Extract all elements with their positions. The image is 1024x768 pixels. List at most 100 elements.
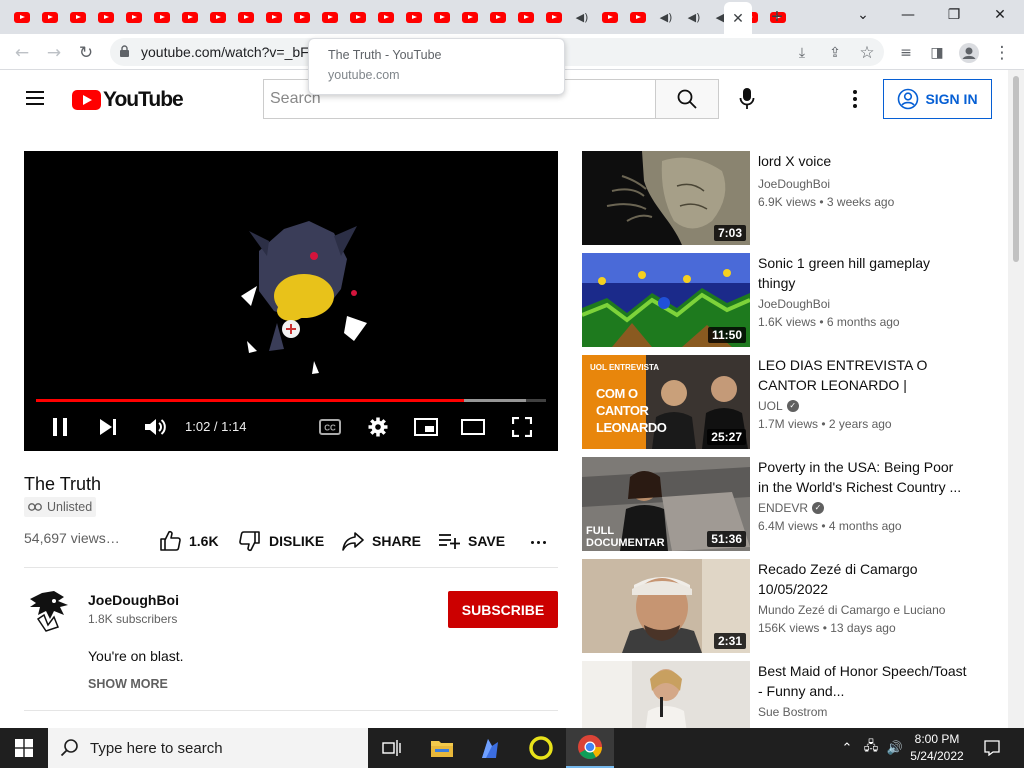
fullscreen-button[interactable] [510, 413, 534, 441]
browser-tab[interactable] [8, 4, 36, 30]
recommendation-item[interactable]: UOL ENTREVISTA COM O CANTOR LEONARDO 25:… [582, 355, 982, 449]
taskbar-clock[interactable]: 8:00 PM 5/24/2022 [902, 731, 972, 765]
page-scrollbar[interactable] [1008, 70, 1024, 728]
browser-tab[interactable] [344, 4, 372, 30]
file-explorer-button[interactable] [418, 728, 466, 768]
browser-tab[interactable] [148, 4, 176, 30]
like-button[interactable]: 1.6K [159, 528, 219, 554]
browser-tab[interactable] [92, 4, 120, 30]
bookmark-star-icon[interactable]: ☆ [854, 40, 880, 66]
share-button[interactable]: SHARE [342, 528, 421, 554]
app-ring-button[interactable] [517, 728, 565, 768]
browser-tab[interactable] [428, 4, 456, 30]
scrollbar-thumb[interactable] [1013, 76, 1019, 262]
browser-tab[interactable] [484, 4, 512, 30]
browser-tab[interactable] [400, 4, 428, 30]
profile-icon[interactable] [956, 40, 982, 66]
tab-active[interactable]: ✕ [724, 2, 752, 34]
install-icon[interactable]: ⤓ [789, 40, 815, 66]
browser-tab[interactable] [176, 4, 204, 30]
browser-tab[interactable] [36, 4, 64, 30]
restore-button[interactable]: ❐ [932, 0, 976, 30]
share-icon[interactable]: ⇪ [822, 40, 848, 66]
video-thumbnail[interactable] [582, 661, 750, 728]
theater-mode-button[interactable] [460, 413, 486, 441]
new-tab-button[interactable]: + [766, 4, 788, 30]
browser-tab[interactable] [260, 4, 288, 30]
browser-tab[interactable] [120, 4, 148, 30]
task-view-button[interactable] [368, 728, 416, 768]
taskbar-search-box[interactable]: Type here to search [48, 728, 368, 768]
sign-in-button[interactable]: SIGN IN [883, 79, 992, 119]
network-icon[interactable]: 🖧 [860, 728, 882, 768]
show-more-button[interactable]: SHOW MORE [88, 677, 168, 691]
video-player[interactable]: 1:02 / 1:14 CC [24, 151, 558, 451]
browser-tab[interactable] [372, 4, 400, 30]
video-thumbnail[interactable]: UOL ENTREVISTA COM O CANTOR LEONARDO 25:… [582, 355, 750, 449]
start-button[interactable] [0, 728, 48, 768]
volume-button[interactable] [143, 413, 167, 441]
browser-tab[interactable] [232, 4, 260, 30]
recommendation-item[interactable]: FULL DOCUMENTAR 51:36 Poverty in the USA… [582, 457, 982, 551]
browser-tab[interactable] [204, 4, 232, 30]
browser-tab[interactable] [596, 4, 624, 30]
more-actions-icon[interactable] [526, 532, 550, 552]
next-button[interactable] [96, 413, 120, 441]
miniplayer-button[interactable] [413, 413, 439, 441]
youtube-logo[interactable]: YouTube [72, 88, 184, 112]
recommendation-item[interactable]: 11:50 Sonic 1 green hill gameplay thingy… [582, 253, 982, 347]
chrome-menu-icon[interactable]: ⋮ [989, 40, 1015, 66]
recommendation-item[interactable]: 7:03 lord X voice JoeDoughBoi 6.9K views… [582, 151, 982, 245]
tab-search-button[interactable]: ⌄ [841, 0, 885, 30]
recommendation-title[interactable]: Sonic 1 green hill gameplay thingy [758, 253, 968, 293]
video-thumbnail[interactable]: 7:03 [582, 151, 750, 245]
show-hidden-icons-button[interactable]: ⌃ [838, 728, 856, 768]
progress-bar[interactable] [36, 399, 546, 402]
hamburger-menu-icon[interactable] [24, 88, 46, 110]
media-control-icon[interactable]: ≡ [893, 40, 919, 66]
recommendation-title[interactable]: Recado Zezé di Camargo 10/05/2022 [758, 559, 968, 599]
dislike-button[interactable]: DISLIKE [239, 528, 324, 554]
recommendation-item[interactable]: 2:31 Recado Zezé di Camargo 10/05/2022 M… [582, 559, 982, 653]
notifications-icon[interactable] [978, 728, 1006, 768]
browser-tab[interactable] [456, 4, 484, 30]
reload-button[interactable]: ↻ [73, 40, 99, 66]
view-count[interactable]: 54,697 views… [24, 530, 120, 546]
browser-tab[interactable]: ◀) [680, 4, 708, 30]
app-blue-shape-button[interactable] [466, 728, 514, 768]
browser-tab[interactable]: ◀) [568, 4, 596, 30]
settings-more-icon[interactable] [843, 86, 867, 112]
recommendation-title[interactable]: Poverty in the USA: Being Poor in the Wo… [758, 457, 968, 497]
captions-button[interactable]: CC [318, 413, 342, 441]
minimize-button[interactable]: — [886, 0, 930, 30]
forward-button[interactable]: → [41, 40, 67, 66]
browser-tab[interactable]: ◀) [652, 4, 680, 30]
back-button[interactable]: ← [9, 40, 35, 66]
subscribe-button[interactable]: SUBSCRIBE [448, 591, 558, 628]
recommendation-item[interactable]: Best Maid of Honor Speech/Toast - Funny … [582, 661, 982, 728]
chrome-taskbar-button[interactable] [566, 728, 614, 768]
recommendation-title[interactable]: lord X voice [758, 151, 968, 171]
recommendation-title[interactable]: LEO DIAS ENTREVISTA O CANTOR LEONARDO | … [758, 355, 968, 395]
voice-search-button[interactable] [731, 82, 763, 116]
channel-avatar[interactable] [24, 585, 72, 633]
save-button[interactable]: SAVE [438, 528, 505, 554]
close-window-button[interactable]: ✕ [978, 0, 1022, 30]
search-button[interactable] [655, 79, 719, 119]
side-panel-icon[interactable]: ◨ [924, 40, 950, 66]
browser-tab[interactable] [512, 4, 540, 30]
browser-tab[interactable] [624, 4, 652, 30]
browser-tab[interactable] [316, 4, 344, 30]
browser-tab[interactable] [288, 4, 316, 30]
close-tab-icon[interactable]: ✕ [732, 10, 744, 27]
video-thumbnail[interactable]: FULL DOCUMENTAR 51:36 [582, 457, 750, 551]
video-thumbnail[interactable]: 11:50 [582, 253, 750, 347]
recommendation-title[interactable]: Best Maid of Honor Speech/Toast - Funny … [758, 661, 968, 701]
browser-tab[interactable] [64, 4, 92, 30]
browser-tab[interactable] [540, 4, 568, 30]
recommendation-meta: 1.7M views • 2 years ago [758, 417, 892, 431]
video-thumbnail[interactable]: 2:31 [582, 559, 750, 653]
settings-button[interactable] [366, 413, 390, 441]
channel-name[interactable]: JoeDoughBoi [88, 592, 179, 608]
pause-button[interactable] [48, 413, 72, 441]
